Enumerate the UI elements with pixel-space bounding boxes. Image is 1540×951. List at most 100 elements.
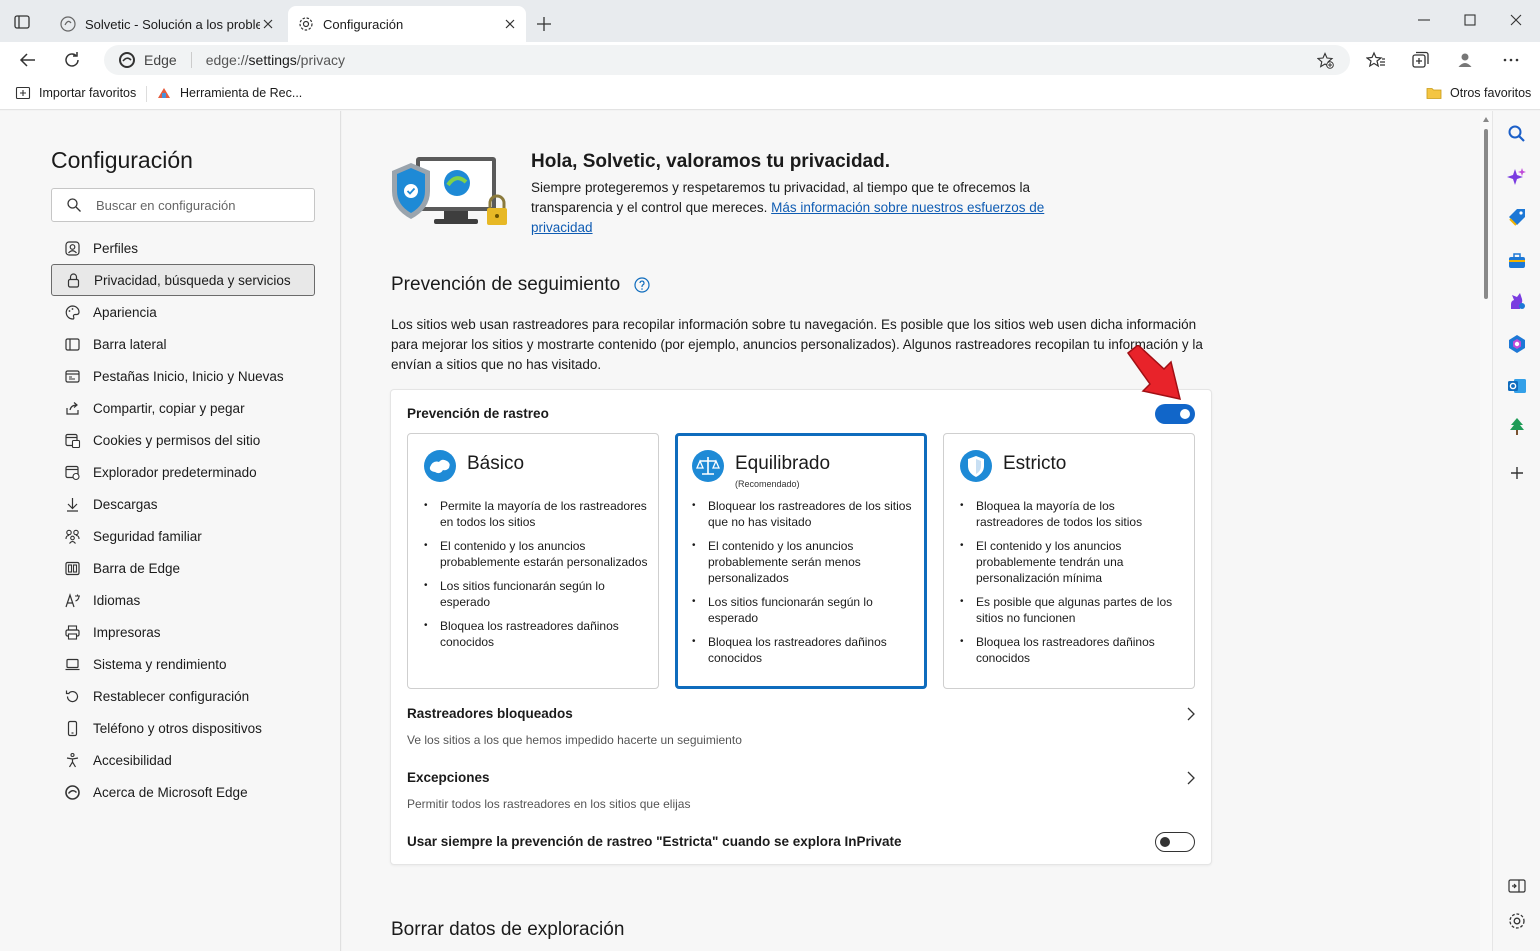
sidebar-item-impresoras[interactable]: Impresoras xyxy=(51,616,315,648)
search-input[interactable] xyxy=(96,197,296,213)
option-basico[interactable]: Básico Permite la mayoría de los rastrea… xyxy=(407,433,659,689)
close-tab-icon[interactable] xyxy=(260,16,276,32)
add-favorite-icon[interactable] xyxy=(1317,52,1334,69)
sidebar-item-sistema[interactable]: Sistema y rendimiento xyxy=(51,648,315,680)
tools-briefcase-icon[interactable] xyxy=(1507,251,1527,271)
exceptions-title: Excepciones xyxy=(407,770,490,785)
sidebar-item-perfiles[interactable]: Perfiles xyxy=(51,232,315,264)
blocked-trackers-row[interactable]: Rastreadores bloqueados Ve los sitios a … xyxy=(407,706,1197,747)
favorite-herramienta-link[interactable]: Herramienta de Rec... xyxy=(156,85,302,101)
edge-bar-icon xyxy=(65,561,80,575)
new-tab-icon[interactable] xyxy=(536,16,552,32)
blocked-trackers-title: Rastreadores bloqueados xyxy=(407,706,573,721)
option-subtitle: (Recomendado) xyxy=(735,479,800,489)
sidebar-item-acerca-edge[interactable]: Acerca de Microsoft Edge xyxy=(51,776,315,808)
sidebar-settings-icon[interactable] xyxy=(1507,911,1527,931)
sidebar-item-idiomas[interactable]: Idiomas xyxy=(51,584,315,616)
collections-icon[interactable] xyxy=(1410,50,1430,70)
sidebar-item-privacidad[interactable]: Privacidad, búsqueda y servicios xyxy=(51,264,315,296)
add-sidebar-app-icon[interactable] xyxy=(1507,463,1527,483)
profile-icon[interactable] xyxy=(1455,50,1475,70)
shopping-tag-icon[interactable] xyxy=(1507,207,1527,227)
sidebar-item-telefono[interactable]: Teléfono y otros dispositivos xyxy=(51,712,315,744)
scroll-up-icon[interactable] xyxy=(1483,117,1489,122)
back-icon[interactable] xyxy=(18,50,38,70)
maximize-icon[interactable] xyxy=(1462,12,1478,28)
shield-icon xyxy=(960,450,992,482)
settings-search[interactable] xyxy=(51,188,315,222)
sidebar-item-cookies[interactable]: Cookies y permisos del sitio xyxy=(51,424,315,456)
settings-sidebar: Configuración Perfiles Privacidad, búsqu… xyxy=(0,111,341,951)
sidebar-item-barra-edge[interactable]: Barra de Edge xyxy=(51,552,315,584)
sidebar-item-apariencia[interactable]: Apariencia xyxy=(51,296,315,328)
family-icon xyxy=(65,529,80,544)
tree-icon[interactable] xyxy=(1507,417,1527,437)
option-equilibrado[interactable]: Equilibrado (Recomendado) Bloquear los r… xyxy=(675,433,927,689)
microsoft-365-icon[interactable] xyxy=(1507,334,1527,354)
tab-configuracion[interactable]: Configuración xyxy=(288,6,526,42)
option-bullet: Bloquea los rastreadores dañinos conocid… xyxy=(960,634,1185,666)
favorites-divider xyxy=(146,86,147,102)
folder-icon xyxy=(1426,88,1442,99)
option-bullet: Los sitios funcionarán según lo esperado xyxy=(692,594,917,626)
close-tab-icon[interactable] xyxy=(502,16,518,32)
sidebar-item-seguridad-familiar[interactable]: Seguridad familiar xyxy=(51,520,315,552)
favorites-icon[interactable] xyxy=(1366,50,1386,70)
sidebar-item-pestanas[interactable]: Pestañas Inicio, Inicio y Nuevas xyxy=(51,360,315,392)
sidebar-item-accesibilidad[interactable]: Accesibilidad xyxy=(51,744,315,776)
sidebar-item-restablecer[interactable]: Restablecer configuración xyxy=(51,680,315,712)
search-icon xyxy=(67,198,81,212)
clear-browsing-data-title: Borrar datos de exploración xyxy=(391,919,625,940)
option-bullets: Bloquear los rastreadores de los sitios … xyxy=(692,498,917,674)
option-bullets: Bloquea la mayoría de los rastreadores d… xyxy=(960,498,1185,674)
option-bullet: El contenido y los anuncios probablement… xyxy=(960,538,1185,586)
sidebar-item-compartir[interactable]: Compartir, copiar y pegar xyxy=(51,392,315,424)
inprivate-strict-label: Usar siempre la prevención de rastreo "E… xyxy=(407,834,902,849)
url-text[interactable]: edge://settings/privacy xyxy=(206,52,345,68)
import-favorites-link[interactable]: Importar favoritos xyxy=(15,85,136,101)
option-bullet: Bloquear los rastreadores de los sitios … xyxy=(692,498,917,530)
help-icon[interactable] xyxy=(634,277,650,293)
sidebar-item-descargas[interactable]: Descargas xyxy=(51,488,315,520)
browser-icon xyxy=(65,465,80,480)
option-bullet: El contenido y los anuncios probablement… xyxy=(692,538,917,586)
edge-icon xyxy=(65,784,80,800)
minimize-icon[interactable] xyxy=(1416,12,1432,28)
chevron-right-icon xyxy=(1187,707,1195,721)
option-bullet: Bloquea los rastreadores dañinos conocid… xyxy=(424,618,649,650)
solvetic-favicon-icon xyxy=(60,16,76,32)
exceptions-row[interactable]: Excepciones Permitir todos los rastreado… xyxy=(407,770,1197,811)
tab-actions-icon[interactable] xyxy=(12,12,32,32)
copilot-sparkle-icon[interactable] xyxy=(1507,167,1527,187)
refresh-icon[interactable] xyxy=(62,50,82,70)
sidebar-item-explorador[interactable]: Explorador predeterminado xyxy=(51,456,315,488)
basic-mode-icon xyxy=(424,450,456,482)
search-icon[interactable] xyxy=(1507,124,1527,144)
hide-sidebar-icon[interactable] xyxy=(1507,876,1527,896)
sidebar-item-barra-lateral[interactable]: Barra lateral xyxy=(51,328,315,360)
import-icon xyxy=(15,86,31,100)
option-estricto[interactable]: Estricto Bloquea la mayoría de los rastr… xyxy=(943,433,1195,689)
address-bar[interactable]: Edge edge://settings/privacy xyxy=(104,45,1350,75)
other-favorites-folder[interactable]: Otros favoritos xyxy=(1426,85,1531,101)
outlook-icon[interactable] xyxy=(1507,376,1527,396)
option-bullet: Bloquea los rastreadores dañinos conocid… xyxy=(692,634,917,666)
scroll-thumb[interactable] xyxy=(1484,129,1488,299)
share-icon xyxy=(66,401,79,415)
tracking-prevention-toggle[interactable] xyxy=(1155,404,1195,424)
tracking-prevention-label: Prevención de rastreo xyxy=(407,406,549,421)
printer-icon xyxy=(65,624,80,640)
balance-scale-icon xyxy=(692,450,724,482)
title-bar: Solvetic - Solución a los problem Config… xyxy=(0,0,1540,42)
tab-solvetic[interactable]: Solvetic - Solución a los problem xyxy=(48,6,284,42)
inprivate-strict-toggle[interactable] xyxy=(1155,832,1195,852)
more-options-icon[interactable] xyxy=(1501,50,1521,70)
option-bullet: Permite la mayoría de los rastreadores e… xyxy=(424,498,649,530)
option-bullet: El contenido y los anuncios probablement… xyxy=(424,538,649,570)
edge-sidebar xyxy=(1492,111,1540,951)
annotation-arrow-icon xyxy=(1126,345,1182,400)
content-scrollbar[interactable] xyxy=(1480,111,1492,951)
option-bullet: Los sitios funcionarán según lo esperado xyxy=(424,578,649,610)
games-icon[interactable] xyxy=(1507,291,1527,311)
close-window-icon[interactable] xyxy=(1508,12,1524,28)
